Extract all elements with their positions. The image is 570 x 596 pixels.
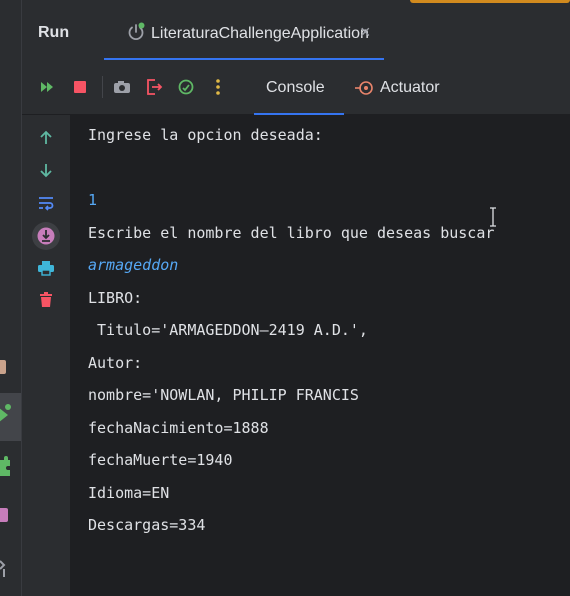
trash-icon[interactable] <box>36 290 56 310</box>
actuator-icon <box>354 78 374 103</box>
strip-item-plugin-icon[interactable] <box>0 452 21 482</box>
stop-icon[interactable] <box>70 77 90 97</box>
console-line: fechaNacimiento=1888 <box>88 419 269 437</box>
print-icon[interactable] <box>36 258 56 278</box>
close-icon[interactable]: × <box>360 22 371 43</box>
run-panel-header: Run LiteraturaChallengeApplication × <box>22 4 570 60</box>
power-run-icon <box>126 22 146 42</box>
console-toolbar: Console Actuator <box>22 60 570 115</box>
console-line: Ingrese la opcion deseada: <box>88 126 323 144</box>
coverage-icon[interactable] <box>176 77 196 97</box>
console-line: Autor: <box>88 354 143 372</box>
console-line: nombre='NOWLAN, PHILIP FRANCIS <box>88 386 359 404</box>
left-tool-strip <box>0 0 22 596</box>
console-output[interactable]: Ingrese la opcion deseada: 1 Escribe el … <box>71 115 570 596</box>
tab-console-label: Console <box>266 79 325 96</box>
console-line: Escribe el nombre del libro que deseas b… <box>88 224 495 242</box>
strip-item-tools-icon[interactable] <box>0 553 21 583</box>
tab-console[interactable]: Console <box>254 60 348 115</box>
rerun-icon[interactable] <box>38 77 58 97</box>
panel-title: Run <box>38 24 70 41</box>
tab-actuator-label: Actuator <box>380 79 440 96</box>
console-line: Idioma=EN <box>88 484 170 502</box>
tab-run-configuration[interactable]: LiteraturaChallengeApplication × <box>104 4 384 60</box>
arrow-down-icon[interactable] <box>36 160 56 180</box>
arrow-up-icon[interactable] <box>36 128 56 148</box>
scroll-to-end-icon[interactable] <box>36 226 56 246</box>
tab-actuator[interactable]: Actuator <box>354 60 474 114</box>
camera-icon[interactable] <box>112 77 132 97</box>
toolbar-separator <box>102 76 103 98</box>
console-input-line: 1 <box>88 191 98 209</box>
tab-label: LiteraturaChallengeApplication <box>151 25 369 42</box>
console-line: fechaMuerte=1940 <box>88 451 233 469</box>
text-cursor-icon <box>489 207 497 227</box>
console-line: Titulo='ARMAGEDDON—2419 A.D.', <box>88 321 368 339</box>
console-input-line: armageddon <box>88 256 179 274</box>
strip-item-1[interactable] <box>0 352 21 382</box>
console-line: Descargas=334 <box>88 516 206 534</box>
console-action-bar <box>22 115 70 596</box>
more-options-icon[interactable] <box>208 77 228 97</box>
top-orange-indicator <box>410 0 570 3</box>
soft-wrap-icon[interactable] <box>36 193 56 213</box>
strip-item-database-icon[interactable] <box>0 500 21 530</box>
console-line: LIBRO: <box>88 289 143 307</box>
strip-item-run[interactable] <box>0 393 21 441</box>
exit-icon[interactable] <box>144 77 164 97</box>
